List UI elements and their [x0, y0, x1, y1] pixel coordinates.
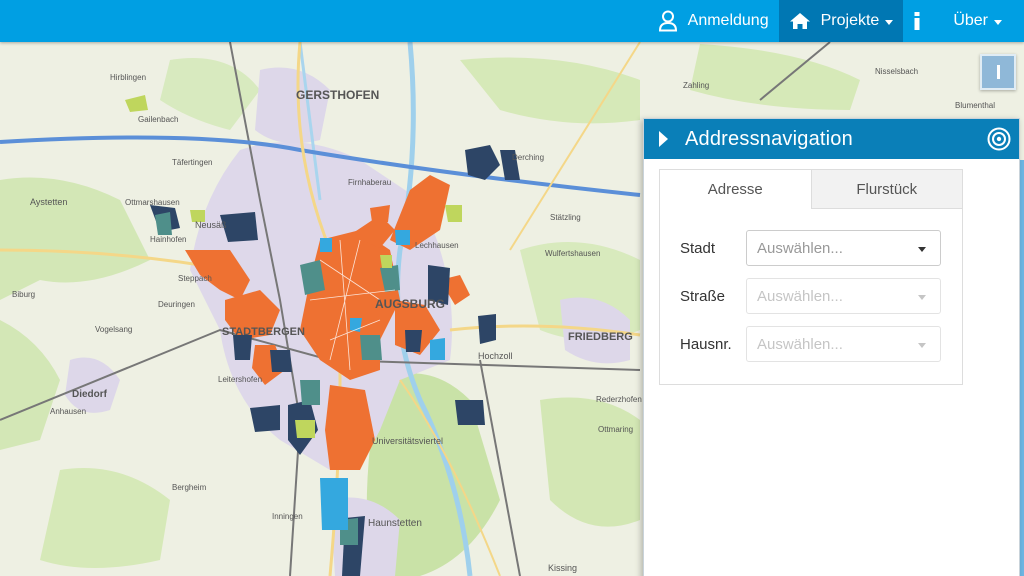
street-select-placeholder: Auswählen... [757, 287, 843, 305]
place-label: Steppach [178, 274, 212, 283]
place-label: Firnhaberau [348, 178, 391, 187]
info-icon [914, 12, 920, 30]
place-label: Aystetten [30, 197, 67, 207]
place-label: Täfertingen [172, 158, 212, 167]
place-label: Biburg [12, 290, 35, 299]
place-label: Ottmarshausen [125, 198, 180, 207]
layers-icon [996, 65, 1000, 79]
place-label: Ottmaring [598, 425, 633, 434]
city-row: Stadt Auswählen... [680, 230, 941, 266]
navbar-menu: Anmeldung Projekte Über [648, 0, 1024, 42]
user-icon [658, 10, 677, 32]
place-label: Bergheim [172, 483, 207, 492]
projects-label: Projekte [820, 12, 880, 29]
login-label: Anmeldung [687, 12, 769, 29]
home-icon [789, 13, 810, 29]
place-label: FRIEDBERG [568, 331, 633, 343]
tab-address[interactable]: Adresse [660, 170, 812, 209]
panel-header[interactable]: Addressnavigation [644, 119, 1019, 159]
about-label: Über [953, 12, 988, 29]
city-select[interactable]: Auswählen... [746, 230, 941, 266]
address-navigation-panel: Addressnavigation Adresse Flurstück Stad… [643, 118, 1020, 576]
chevron-down-icon [994, 19, 1002, 25]
projects-dropdown[interactable]: Projekte [778, 0, 904, 42]
house-number-label: Hausnr. [680, 335, 732, 353]
login-link[interactable]: Anmeldung [648, 0, 779, 42]
place-label: Leitershofen [218, 375, 262, 384]
place-label: Haunstetten [368, 518, 422, 529]
place-label: Universitätsviertel [372, 436, 443, 446]
place-label: Anhausen [50, 407, 86, 416]
place-label: Neusäß [195, 220, 227, 230]
place-label: Vogelsang [95, 325, 132, 334]
place-label: STADTBERGEN [222, 326, 305, 338]
chevron-down-icon [885, 19, 894, 25]
place-label: Inningen [272, 512, 303, 521]
place-label: Hochzoll [478, 351, 513, 361]
house-number-select[interactable]: Auswählen... [746, 326, 941, 362]
chevron-down-icon [918, 247, 926, 252]
place-label: Rederzhofen [596, 395, 642, 404]
address-tab-container: Adresse Flurstück Stadt Auswählen... Str… [659, 169, 963, 385]
street-label: Straße [680, 287, 726, 305]
place-label: Derching [512, 153, 544, 162]
panel-title: Addressnavigation [685, 127, 853, 150]
city-label: Stadt [680, 239, 716, 257]
place-label: Kissing [548, 563, 577, 573]
place-label: GERSTHOFEN [296, 88, 379, 102]
about-dropdown[interactable]: Über [931, 0, 1024, 42]
info-button[interactable] [903, 0, 931, 42]
place-label: Wulfertshausen [545, 249, 600, 258]
house-number-select-placeholder: Auswählen... [757, 335, 843, 353]
chevron-down-icon [918, 343, 926, 348]
house-number-row: Hausnr. Auswählen... [680, 326, 941, 362]
tab-bar: Adresse Flurstück [660, 170, 962, 209]
chevron-down-icon [918, 295, 926, 300]
place-label: AUGSBURG [375, 297, 445, 311]
place-label: Deuringen [158, 300, 195, 309]
place-label: Stätzling [550, 213, 581, 222]
place-label: Blumenthal [955, 101, 995, 110]
place-label: Hirblingen [110, 73, 146, 82]
tab-parcel[interactable]: Flurstück [811, 170, 962, 209]
place-label: Hainhofen [150, 235, 186, 244]
layer-toggle-button[interactable] [980, 54, 1016, 90]
street-select[interactable]: Auswählen... [746, 278, 941, 314]
collapse-arrow-icon[interactable] [659, 131, 668, 147]
place-label: Zahling [683, 81, 709, 90]
target-icon[interactable] [987, 127, 1011, 151]
place-label: Nisselsbach [875, 67, 918, 76]
city-select-placeholder: Auswählen... [757, 239, 843, 257]
place-label: Lechhausen [415, 241, 459, 250]
place-label: Gailenbach [138, 115, 178, 124]
street-row: Straße Auswählen... [680, 278, 941, 314]
top-navbar: Anmeldung Projekte Über [0, 0, 1024, 42]
place-label: Diedorf [72, 389, 108, 400]
